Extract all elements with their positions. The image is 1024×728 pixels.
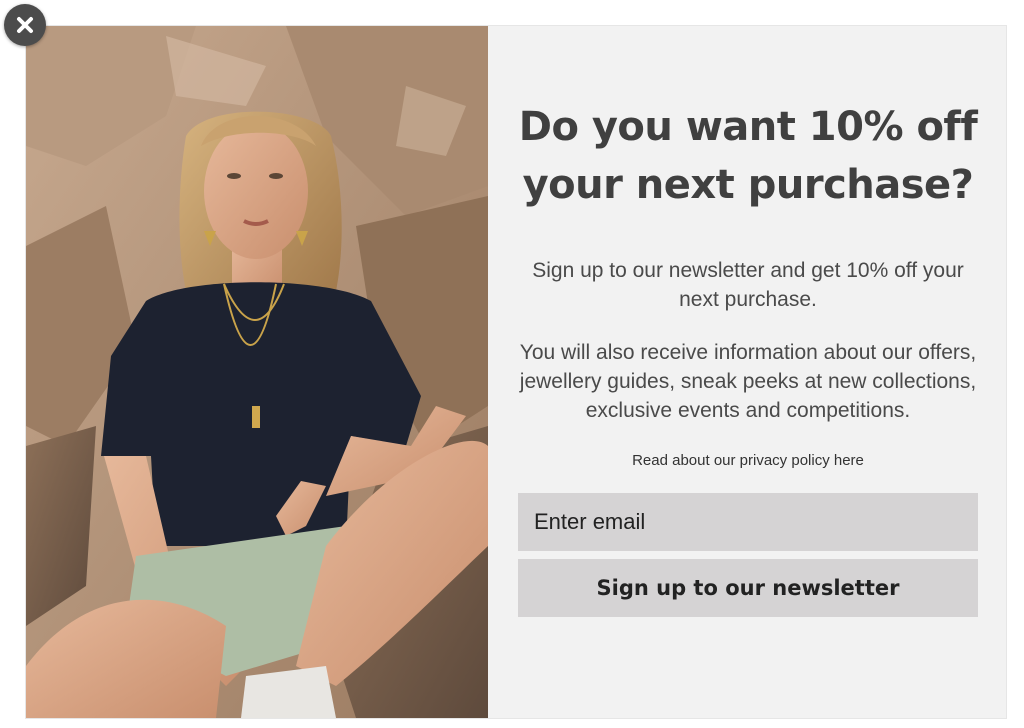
model-photo xyxy=(26,26,488,718)
close-icon xyxy=(17,17,33,33)
popup-headline: Do you want 10% off your next purchase? xyxy=(518,104,978,208)
newsletter-content: Do you want 10% off your next purchase? … xyxy=(488,26,1006,718)
model-photo-illustration xyxy=(26,26,488,718)
privacy-policy-link[interactable]: Read about our privacy policy here xyxy=(518,451,978,471)
intro-text: Sign up to our newsletter and get 10% of… xyxy=(532,259,964,311)
newsletter-popup: Do you want 10% off your next purchase? … xyxy=(26,26,1006,718)
close-button[interactable] xyxy=(4,4,46,46)
email-input[interactable] xyxy=(518,493,978,551)
details-text: You will also receive information about … xyxy=(519,341,977,422)
signup-button[interactable]: Sign up to our newsletter xyxy=(518,559,978,617)
page: Do you want 10% off your next purchase? … xyxy=(0,0,1024,728)
